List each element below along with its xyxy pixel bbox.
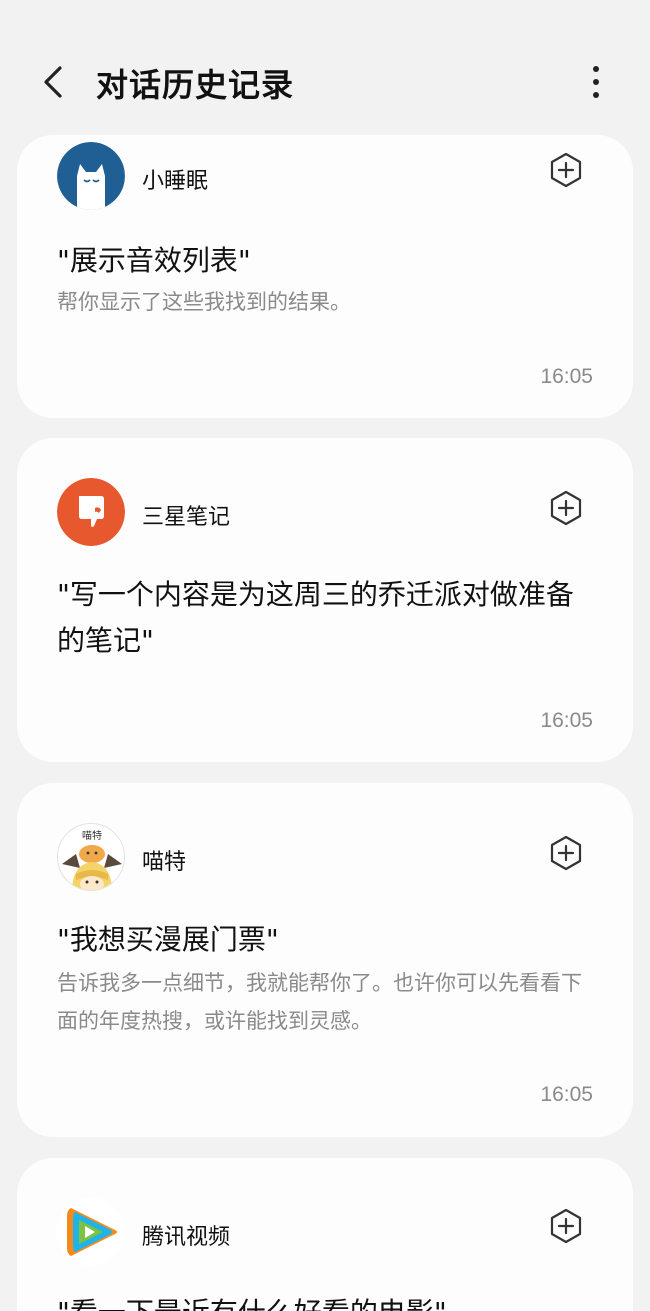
chevron-left-icon — [44, 66, 62, 98]
query-text: "写一个内容是为这周三的乔迁派对做准备的笔记" — [57, 578, 574, 657]
add-icon — [550, 1208, 582, 1244]
notes-app-icon — [57, 478, 125, 546]
app-name: 三星笔记 — [142, 505, 231, 530]
app-bar: 对话历史记录 — [0, 0, 650, 140]
page-title: 对话历史记录 — [96, 66, 295, 104]
more-icon-dot — [593, 66, 599, 72]
add-shortcut-button[interactable] — [547, 834, 585, 872]
reply-text: 告诉我多一点细节，我就能帮你了。也许你可以先看看下面的年度热搜，或许能找到灵感。 — [57, 971, 582, 1033]
query-text: "我想买漫展门票" — [57, 923, 279, 956]
history-card[interactable]: 喵特 喵特 "我想买漫展门票" 告诉我多一点细节，我就能帮你了。也许你可以先看看… — [17, 783, 633, 1137]
query-text: "看一下最近有什么好看的电影" — [57, 1290, 593, 1311]
more-icon-dot — [593, 92, 599, 98]
add-shortcut-button[interactable] — [547, 489, 585, 527]
app-screen: 对话历史记录 小睡眠 "展示音效列表" 帮你显示了这些我找到的结果。 16:05 — [0, 0, 650, 1311]
history-card[interactable]: 小睡眠 "展示音效列表" 帮你显示了这些我找到的结果。 16:05 — [17, 135, 633, 418]
add-shortcut-button[interactable] — [547, 1207, 585, 1245]
history-card[interactable]: 三星笔记 "写一个内容是为这周三的乔迁派对做准备的笔记" 16:05 — [17, 438, 633, 762]
add-icon — [550, 152, 582, 188]
svg-text:喵特: 喵特 — [82, 830, 102, 842]
query-text: "展示音效列表" — [57, 244, 251, 277]
cat-app-icon — [57, 142, 125, 210]
meow-app-icon: 喵特 — [57, 823, 125, 891]
timestamp: 16:05 — [540, 709, 593, 732]
back-button[interactable] — [30, 58, 78, 106]
more-icon-dot — [593, 79, 599, 85]
add-icon — [550, 835, 582, 871]
history-card[interactable]: 腾讯视频 "看一下最近有什么好看的电影" — [17, 1158, 633, 1311]
reply-text: 帮你显示了这些我找到的结果。 — [57, 290, 351, 314]
add-icon — [550, 490, 582, 526]
video-app-icon — [57, 1198, 125, 1266]
more-options-button[interactable] — [576, 60, 616, 104]
app-name: 腾讯视频 — [142, 1225, 231, 1250]
app-name: 喵特 — [142, 850, 187, 875]
timestamp: 16:05 — [540, 1083, 593, 1106]
timestamp: 16:05 — [540, 365, 593, 388]
add-shortcut-button[interactable] — [547, 151, 585, 189]
app-name: 小睡眠 — [142, 169, 209, 194]
